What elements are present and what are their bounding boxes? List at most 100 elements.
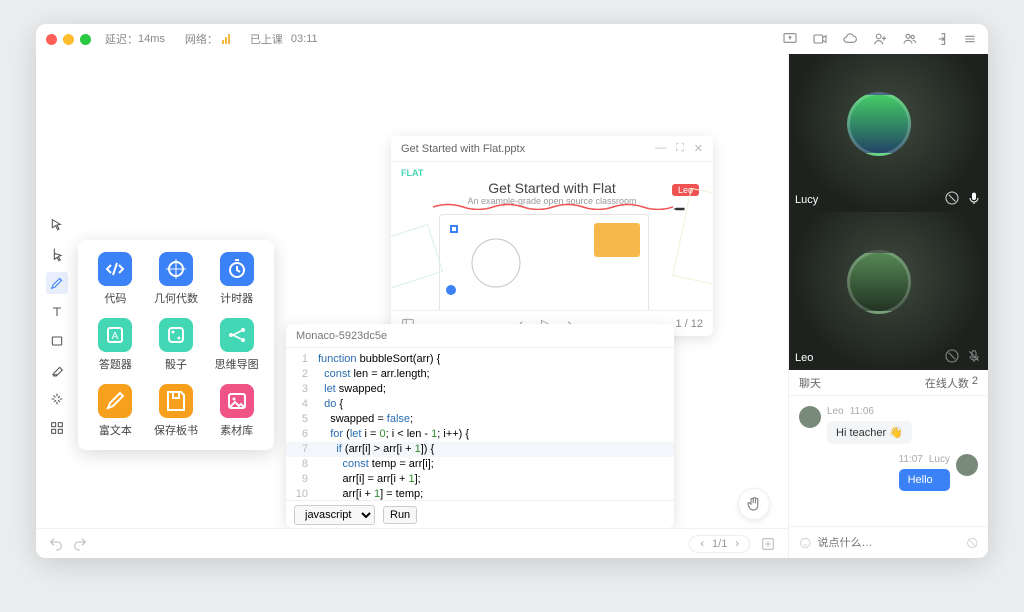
app-item-geom[interactable]: 几何代数 <box>151 252 202 306</box>
app-label: 代码 <box>104 290 126 306</box>
whiteboard-canvas[interactable]: 代码 几何代数 计时器 A 答题器 骰子 思维导图富文本 保存板书 素材库 Get Starte… <box>36 54 788 558</box>
raise-hand-button[interactable] <box>738 488 770 520</box>
video-tile-lucy[interactable]: Lucy <box>789 54 988 212</box>
page-prev-button[interactable]: ‹ <box>700 538 704 550</box>
pptx-titlebar[interactable]: Get Started with Flat.pptx — ⛶ ✕ <box>391 136 713 162</box>
session-time: 03:11 <box>291 33 318 45</box>
pptx-window[interactable]: Get Started with Flat.pptx — ⛶ ✕ FLAT Ge… <box>391 136 713 336</box>
code-line[interactable]: 4 do { <box>286 397 674 412</box>
code-line[interactable]: 9 arr[i] = arr[i + 1]; <box>286 472 674 487</box>
cloud-icon[interactable] <box>842 31 858 47</box>
tool-sidebar <box>46 214 68 439</box>
code-line[interactable]: 6 for (let i = 0; i < len - 1; i++) { <box>286 427 674 442</box>
topbar: 延迟： 14ms 网络： 已上课 03:11 <box>36 24 988 54</box>
tool-apps[interactable] <box>46 417 68 439</box>
close-dot[interactable] <box>46 34 57 45</box>
code-line[interactable]: 5 swapped = false; <box>286 412 674 427</box>
redo-icon[interactable] <box>72 536 88 552</box>
monaco-titlebar[interactable]: Monaco-5923dc5e <box>286 324 674 348</box>
ban-chat-icon[interactable] <box>966 536 979 550</box>
app-label: 保存板书 <box>154 422 198 438</box>
code-line[interactable]: 2 const len = arr.length; <box>286 367 674 382</box>
share-screen-icon[interactable] <box>782 31 798 47</box>
code-line[interactable]: 8 const temp = arr[i]; <box>286 457 674 472</box>
online-count: 2 <box>972 375 978 391</box>
close-icon[interactable]: ✕ <box>694 142 703 155</box>
code-editor[interactable]: 1function bubbleSort(arr) {2 const len =… <box>286 348 674 500</box>
chat-message: 11:07LucyHello <box>799 454 978 491</box>
chat-body: Leo11:06Hi teacher 👋11:07LucyHello <box>789 396 988 526</box>
minimize-dot[interactable] <box>63 34 74 45</box>
app-item-save[interactable]: 保存板书 <box>151 384 202 438</box>
geom-icon <box>159 252 193 286</box>
app-item-code[interactable]: 代码 <box>90 252 141 306</box>
code-icon <box>98 252 132 286</box>
svg-text:A: A <box>112 331 119 342</box>
run-button[interactable]: Run <box>383 506 417 524</box>
app-item-mind[interactable]: 思维导图 <box>211 318 262 372</box>
chat-input[interactable] <box>818 537 960 549</box>
app-item-dice[interactable]: 骰子 <box>151 318 202 372</box>
save-icon <box>159 384 193 418</box>
app-label: 答题器 <box>99 356 132 372</box>
code-line[interactable]: 3 let swapped; <box>286 382 674 397</box>
apps-panel: 代码 几何代数 计时器 A 答题器 骰子 思维导图富文本 保存板书 素材库 <box>78 240 274 450</box>
code-line[interactable]: 10 arr[i + 1] = temp; <box>286 487 674 500</box>
tool-pencil[interactable] <box>46 272 68 294</box>
app-item-quiz[interactable]: A 答题器 <box>90 318 141 372</box>
selection-handle-icon <box>450 225 458 233</box>
maximize-dot[interactable] <box>80 34 91 45</box>
code-line[interactable]: 7 if (arr[i] > arr[i + 1]) { <box>286 442 674 457</box>
avatar-icon <box>847 92 911 156</box>
app-label: 几何代数 <box>154 290 198 306</box>
session-label: 已上课 <box>250 31 283 47</box>
tool-text[interactable] <box>46 301 68 323</box>
tool-laser[interactable] <box>46 388 68 410</box>
camera-off-icon[interactable] <box>944 348 960 364</box>
page-indicator: 1/1 <box>712 538 727 550</box>
app-label: 素材库 <box>220 422 253 438</box>
app-item-rich[interactable]: 富文本 <box>90 384 141 438</box>
camera-off-icon[interactable] <box>944 190 960 206</box>
slide-title: Get Started with Flat <box>401 180 703 196</box>
tool-clicker[interactable] <box>46 243 68 265</box>
tool-shape[interactable] <box>46 330 68 352</box>
page-pager: ‹ 1/1 › <box>689 535 750 553</box>
tool-eraser[interactable] <box>46 359 68 381</box>
app-label: 富文本 <box>99 422 132 438</box>
invite-icon[interactable] <box>872 31 888 47</box>
code-line[interactable]: 1function bubbleSort(arr) { <box>286 352 674 367</box>
chat-tab[interactable]: 聊天 <box>799 375 821 391</box>
network-label: 网络： <box>185 31 218 47</box>
monaco-title: Monaco-5923dc5e <box>296 330 387 342</box>
video-tile-leo[interactable]: Leo <box>789 212 988 370</box>
language-select[interactable]: javascript <box>294 505 375 525</box>
undo-icon[interactable] <box>48 536 64 552</box>
page-next-button[interactable]: › <box>735 538 739 550</box>
record-icon[interactable] <box>812 31 828 47</box>
quiz-icon: A <box>98 318 132 352</box>
online-label: 在线人数 <box>925 375 969 391</box>
right-panel: Lucy Leo 聊天 在线人数 2 <box>788 54 988 558</box>
exit-icon[interactable] <box>932 31 948 47</box>
media-icon <box>220 384 254 418</box>
app-item-media[interactable]: 素材库 <box>211 384 262 438</box>
add-page-icon[interactable] <box>760 536 776 552</box>
minimize-icon[interactable]: — <box>655 142 666 155</box>
video-name: Leo <box>795 352 813 364</box>
app-item-timer[interactable]: 计时器 <box>211 252 262 306</box>
bottom-bar: ‹ 1/1 › <box>36 528 788 558</box>
avatar-icon <box>956 454 978 476</box>
latency-value: 14ms <box>138 33 165 45</box>
members-icon[interactable] <box>902 31 918 47</box>
mic-off-icon[interactable] <box>966 348 982 364</box>
mic-on-icon[interactable] <box>966 190 982 206</box>
maximize-icon[interactable]: ⛶ <box>676 142 684 155</box>
chat-header: 聊天 在线人数 2 <box>789 370 988 396</box>
monaco-window[interactable]: Monaco-5923dc5e 1function bubbleSort(arr… <box>286 324 674 528</box>
settings-icon[interactable] <box>962 31 978 47</box>
app-label: 骰子 <box>165 356 187 372</box>
tool-select[interactable] <box>46 214 68 236</box>
app-label: 计时器 <box>220 290 253 306</box>
emoji-icon[interactable] <box>799 536 812 550</box>
